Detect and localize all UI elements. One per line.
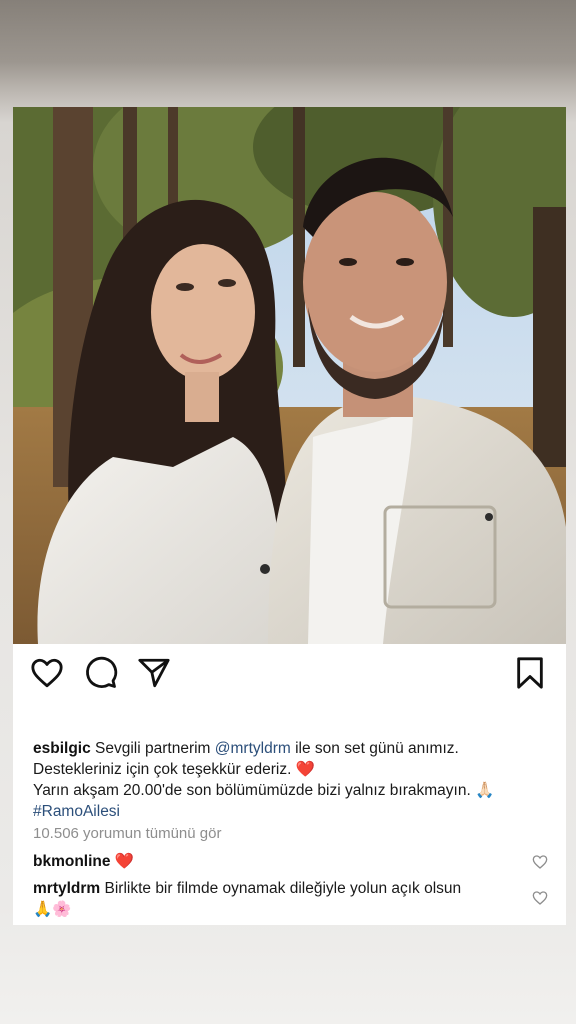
caption-text-2: Destekleriniz için çok teşekkür ederiz. — [33, 761, 292, 778]
pray-emoji-icon: 🙏🏻 — [475, 781, 495, 799]
caption-text-3: Yarın akşam 20.00'de son bölümümüzde biz… — [33, 782, 471, 799]
comment-button[interactable] — [84, 656, 118, 690]
heart-icon — [532, 891, 548, 905]
post-actions-bar — [13, 644, 566, 704]
instagram-post-card: esbilgic Sevgili partnerim @mrtyldrm ile… — [13, 107, 566, 925]
comment-text: Birlikte bir filmde oynamak dileğiyle yo… — [104, 880, 462, 897]
post-photo[interactable] — [13, 107, 566, 644]
heart-emoji-icon: ❤️ — [114, 852, 135, 870]
post-caption: esbilgic Sevgili partnerim @mrtyldrm ile… — [33, 738, 548, 822]
caption-mention[interactable]: @mrtyldrm — [215, 740, 291, 757]
caption-username[interactable]: esbilgic — [33, 740, 91, 757]
heart-icon — [532, 855, 548, 869]
selfie-illustration — [13, 107, 566, 644]
caption-text-1-rest: ile son set günü anımız. — [295, 740, 459, 757]
pray-flower-emoji-icon: 🙏🌸 — [33, 900, 72, 918]
view-all-comments-link[interactable]: 10.506 yorumun tümünü gör — [33, 825, 221, 842]
caption-hashtag[interactable]: #RamoAilesi — [33, 803, 120, 820]
bookmark-icon — [517, 657, 543, 689]
send-icon — [138, 658, 170, 688]
heart-icon — [31, 658, 63, 688]
comment-item: mrtyldrm Birlikte bir filmde oynamak dil… — [33, 878, 523, 920]
heart-emoji-icon: ❤️ — [295, 760, 316, 778]
share-button[interactable] — [137, 656, 171, 690]
comment-like-button[interactable] — [532, 854, 548, 870]
comment-icon — [86, 656, 118, 688]
comment-like-button[interactable] — [532, 890, 548, 906]
comment-username[interactable]: bkmonline — [33, 853, 111, 870]
caption-text-1: Sevgili partnerim — [95, 740, 211, 757]
like-button[interactable] — [30, 656, 64, 690]
comment-username[interactable]: mrtyldrm — [33, 880, 100, 897]
comment-item: bkmonline ❤️ — [33, 851, 523, 872]
save-button[interactable] — [513, 656, 547, 690]
